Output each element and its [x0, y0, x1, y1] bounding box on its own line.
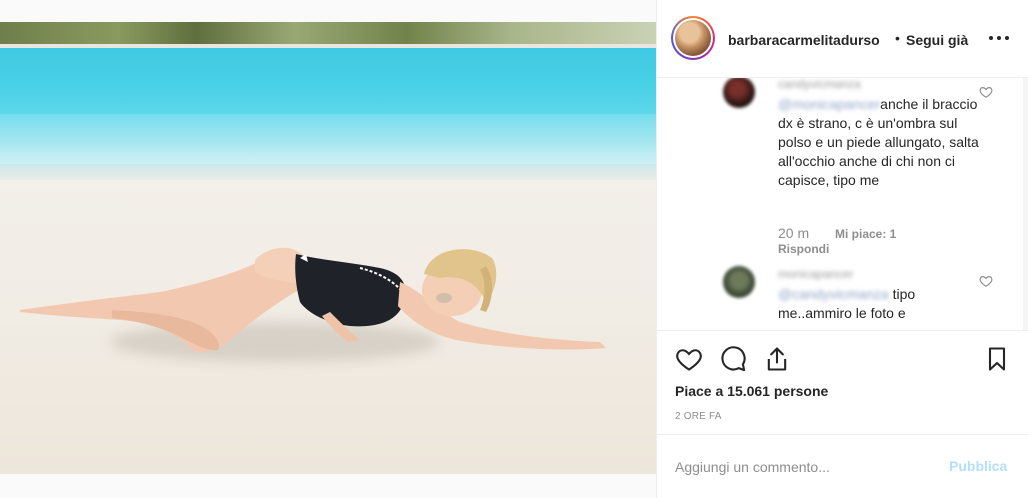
comment-reply-button[interactable]: Rispondi	[778, 242, 829, 256]
avatar[interactable]	[671, 16, 715, 60]
post-side-panel: barbaracarmelitadurso • Segui già candyv…	[656, 0, 1028, 498]
comment-mention[interactable]: @monicapancer	[778, 96, 880, 112]
comment-username[interactable]: monicapancer	[778, 267, 853, 281]
bookmark-icon[interactable]	[983, 345, 1011, 373]
header-separator: •	[895, 30, 900, 46]
comment-likes[interactable]: Mi piace: 1	[835, 227, 896, 241]
add-comment-bar: Pubblica	[657, 434, 1028, 498]
post-photo[interactable]	[0, 22, 656, 474]
comment-avatar[interactable]	[723, 78, 755, 108]
follow-status-button[interactable]: Segui già	[906, 32, 968, 48]
post-username[interactable]: barbaracarmelitadurso	[728, 32, 880, 48]
publish-button[interactable]: Pubblica	[949, 458, 1007, 474]
comment-text: @monicapanceranche il braccio dx è stran…	[778, 95, 984, 190]
comment-text: @candyvicmanza tipo me..ammiro le foto e	[778, 285, 984, 323]
comment-input[interactable]	[675, 453, 945, 481]
comment-mention[interactable]: @candyvicmanza	[778, 286, 889, 302]
heart-icon[interactable]	[675, 345, 703, 373]
comment-username[interactable]: candyvicmanza	[778, 78, 861, 91]
post-timestamp: 2 ORE FA	[675, 411, 722, 422]
avatar-image	[675, 20, 711, 56]
comment-icon[interactable]	[719, 345, 747, 373]
instagram-post-view: barbaracarmelitadurso • Segui già candyv…	[0, 0, 1028, 498]
comments-scrollbar[interactable]	[1023, 78, 1028, 330]
share-icon[interactable]	[763, 345, 791, 373]
post-header: barbaracarmelitadurso • Segui già	[657, 0, 1028, 78]
comment-heart-icon[interactable]	[979, 274, 993, 288]
comment-avatar[interactable]	[723, 266, 755, 298]
comment-heart-icon[interactable]	[979, 85, 993, 99]
photo-figure	[20, 247, 606, 353]
comments-list[interactable]: candyvicmanza @monicapanceranche il brac…	[657, 78, 1028, 330]
post-actions: Piace a 15.061 persone 2 ORE FA	[657, 330, 1028, 434]
comment-time: 20 m	[778, 225, 810, 241]
likes-count[interactable]: Piace a 15.061 persone	[675, 383, 828, 399]
more-options-icon[interactable]	[987, 26, 1011, 50]
